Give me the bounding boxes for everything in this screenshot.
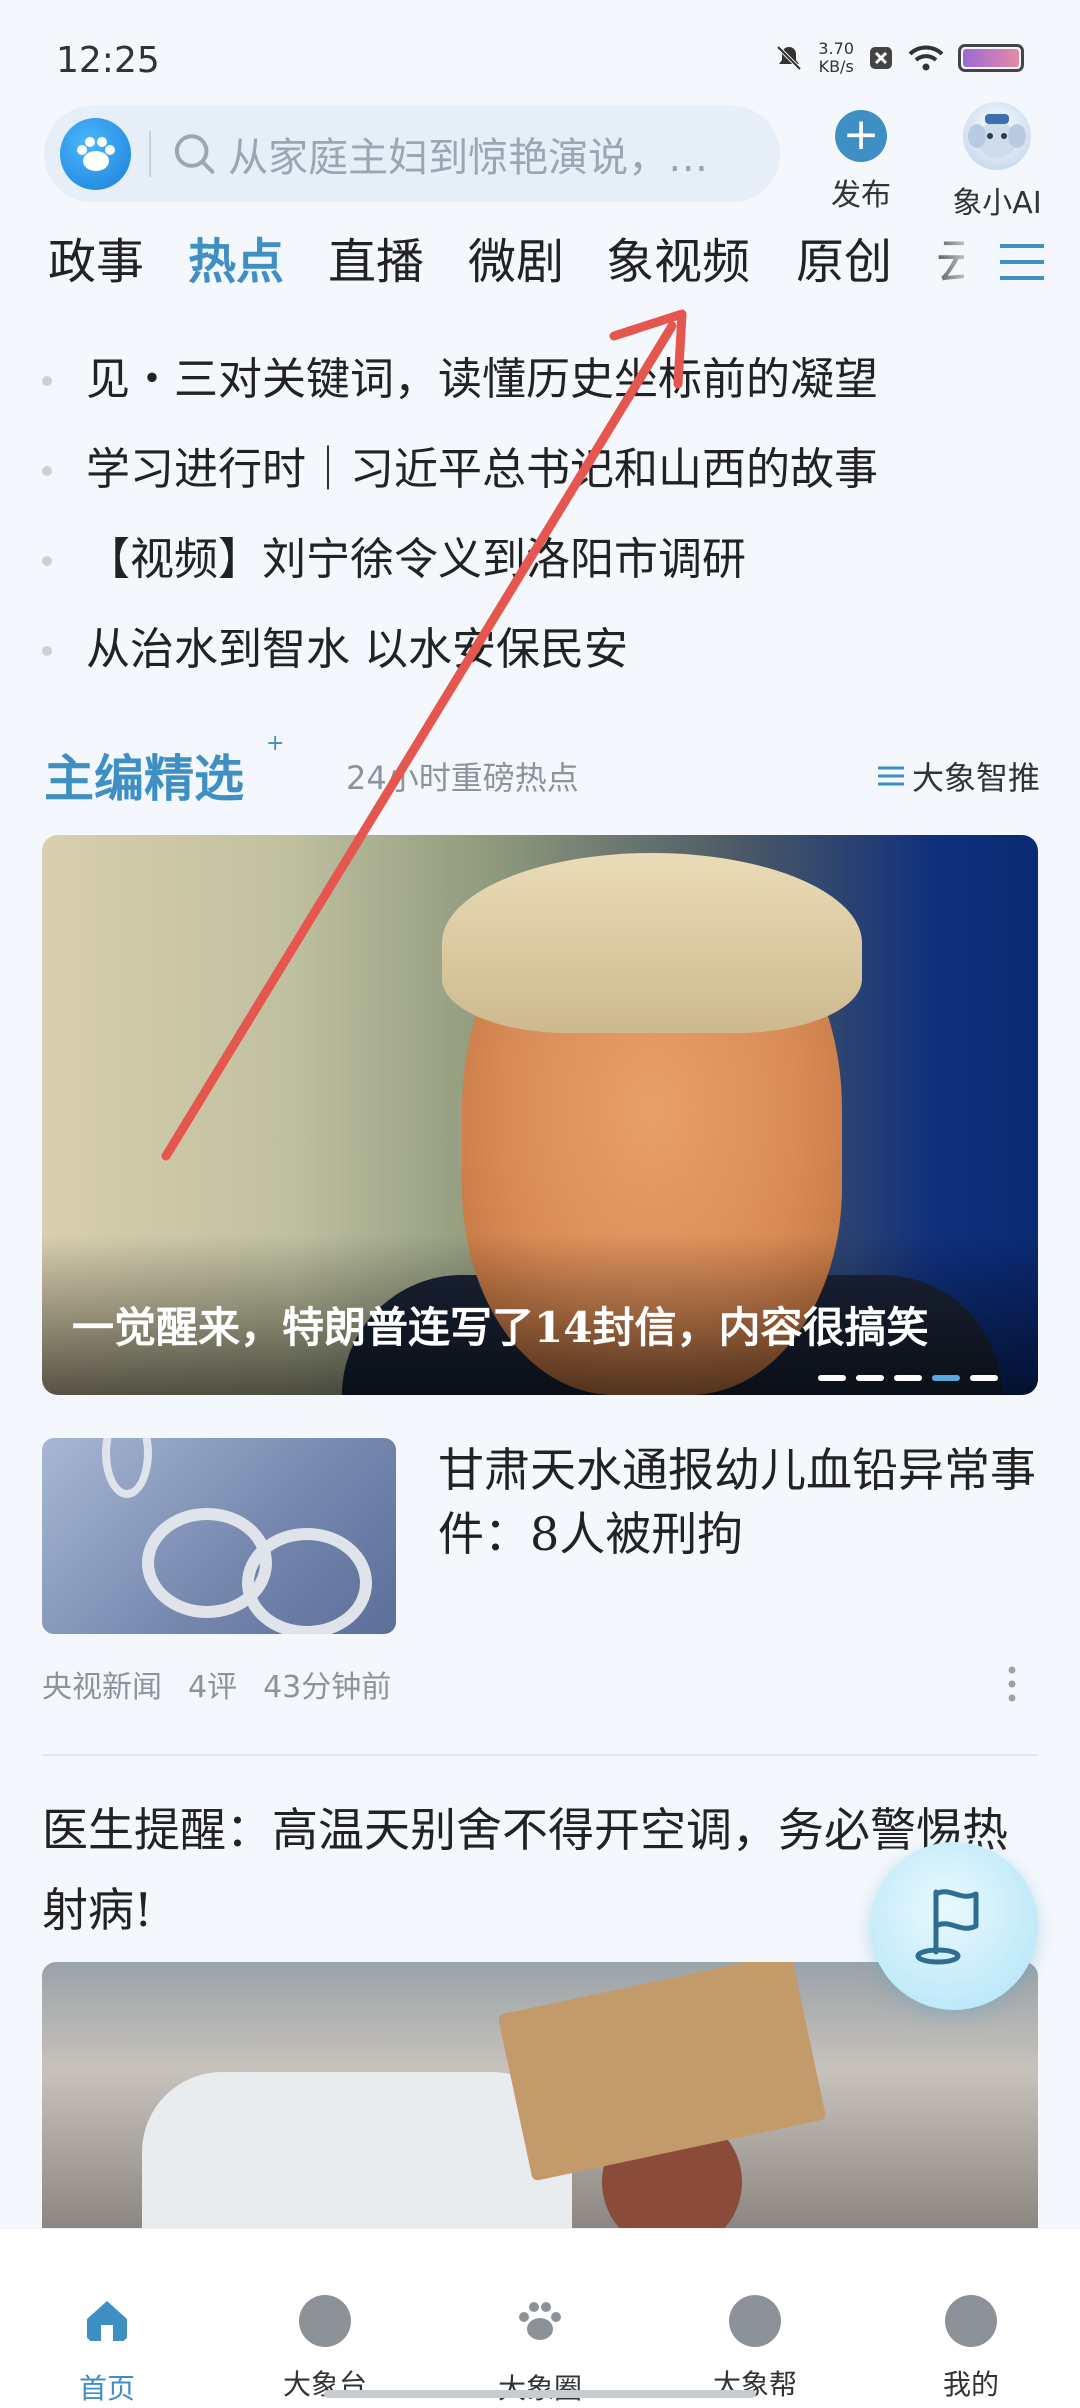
status-time: 12:25	[56, 40, 160, 81]
home-indicator[interactable]	[324, 2390, 756, 2398]
headline-text: 见・三对关键词，读懂历史坐标前的凝望	[86, 354, 878, 405]
headline-text: 学习进行时｜习近平总书记和山西的故事	[86, 444, 878, 495]
header: 从家庭主妇到惊艳演说，… + 发布 象小AI	[0, 100, 1080, 221]
bullet-dot	[42, 556, 52, 566]
article-thumbnail-handcuffs	[42, 1438, 396, 1634]
carousel-dot[interactable]	[818, 1375, 846, 1381]
profile-icon	[945, 2295, 997, 2347]
photo-car	[142, 2072, 572, 2232]
tab-redian[interactable]: 热点	[188, 222, 284, 292]
tab-weiju[interactable]: 微剧	[468, 222, 564, 292]
article-title: 甘肃天水通报幼儿血铅异常事件：8人被刑拘	[438, 1443, 1036, 1561]
paw-icon	[519, 2302, 561, 2340]
bullet-dot	[42, 646, 52, 656]
status-bar: 12:25 3.70 KB/s	[0, 0, 1080, 100]
publish-label: 发布	[831, 178, 891, 213]
channel-tabs: 政事 热点 直播 微剧 象视频 原创 云	[0, 222, 1080, 302]
article-source: 央视新闻	[42, 1670, 162, 1705]
editor-picks-header: 主编精选 + 24小时重磅热点 大象智推	[44, 731, 1040, 815]
section-title-plus: +	[266, 731, 285, 756]
nav-label: 大象圈	[497, 2372, 582, 2405]
search-divider	[148, 131, 151, 177]
hero-carousel[interactable]: 一觉醒来，特朗普连写了14封信，内容很搞笑	[42, 835, 1038, 1395]
search-input[interactable]: 从家庭主妇到惊艳演说，…	[228, 125, 780, 183]
headline-item[interactable]: 学习进行时｜习近平总书记和山西的故事	[0, 430, 1080, 520]
blocked-notification-icon	[870, 47, 892, 69]
net-speed: 3.70 KB/s	[818, 40, 854, 76]
hero-caption: 一觉醒来，特朗普连写了14封信，内容很搞笑	[72, 1303, 929, 1352]
divider	[42, 1754, 1038, 1756]
article-card[interactable]: 甘肃天水通报幼儿血铅异常事件：8人被刑拘 央视新闻 4评 43分钟前	[42, 1438, 1038, 1708]
headline-item[interactable]: 【视频】刘宁徐令义到洛阳市调研	[0, 520, 1080, 610]
smart-recommend-label: 大象智推	[911, 759, 1040, 797]
search-bar[interactable]: 从家庭主妇到惊艳演说，…	[44, 106, 780, 202]
headline-list: 见・三对关键词，读懂历史坐标前的凝望 学习进行时｜习近平总书记和山西的故事 【视…	[0, 340, 1080, 700]
nav-daxiangtai[interactable]: 大象台	[260, 2295, 390, 2403]
help-icon	[729, 2295, 781, 2347]
menu-icon[interactable]	[998, 240, 1046, 284]
publish-button[interactable]: + 发布	[806, 100, 916, 214]
headline-text: 从治水到智水 以水安保民安	[86, 624, 628, 675]
section-title: 主编精选	[44, 749, 244, 808]
tabs-fade	[920, 222, 980, 302]
tab-zhibo[interactable]: 直播	[328, 222, 424, 292]
article-meta: 央视新闻 4评 43分钟前	[42, 1662, 417, 1706]
tab-yuanchuang[interactable]: 原创	[796, 222, 892, 292]
more-options-icon[interactable]	[1008, 1666, 1016, 1702]
net-speed-unit: KB/s	[818, 57, 854, 76]
nav-daxiangbang[interactable]: 大象帮	[690, 2295, 820, 2403]
nav-home[interactable]: 首页	[42, 2295, 172, 2407]
nav-label: 首页	[78, 2372, 135, 2405]
battery-icon	[958, 44, 1024, 72]
floating-flag-button[interactable]	[870, 1842, 1038, 2010]
headline-text: 【视频】刘宁徐令义到洛阳市调研	[86, 534, 746, 585]
bottom-navigation: 首页 大象台 大象圈 大象帮 我的	[0, 2228, 1080, 2408]
broadcast-icon	[299, 2295, 351, 2347]
list-icon	[877, 766, 904, 786]
wifi-icon	[908, 45, 944, 71]
home-icon	[87, 2301, 127, 2341]
plus-icon: +	[835, 110, 887, 162]
carousel-dot[interactable]	[970, 1375, 998, 1381]
nav-label: 我的	[942, 2368, 999, 2401]
carousel-dot[interactable]	[894, 1375, 922, 1381]
photo-cardboard	[497, 1962, 827, 2182]
carousel-dot[interactable]	[932, 1375, 960, 1381]
ai-label: 象小AI	[952, 186, 1042, 221]
section-subtitle: 24小时重磅热点	[346, 759, 579, 797]
carousel-dot[interactable]	[856, 1375, 884, 1381]
bullet-dot	[42, 466, 52, 476]
status-icons: 3.70 KB/s	[774, 40, 1024, 76]
nav-profile[interactable]: 我的	[906, 2295, 1036, 2403]
hero-photo-hair	[442, 853, 862, 1033]
article-comments: 4评	[188, 1670, 238, 1705]
app-logo-paw-icon[interactable]	[60, 118, 131, 190]
net-speed-value: 3.70	[818, 39, 854, 58]
headline-item[interactable]: 见・三对关键词，读懂历史坐标前的凝望	[0, 340, 1080, 430]
flag-icon	[915, 1889, 979, 1965]
tab-xiangshipin[interactable]: 象视频	[606, 222, 750, 292]
article-photo-heat[interactable]	[42, 1962, 1038, 2232]
article-time: 43分钟前	[263, 1670, 392, 1705]
elephant-avatar-icon	[963, 102, 1031, 170]
headline-item[interactable]: 从治水到智水 以水安保民安	[0, 610, 1080, 700]
carousel-indicator	[818, 1375, 998, 1381]
smart-recommend-button[interactable]: 大象智推	[876, 753, 1040, 799]
mute-bell-icon	[776, 45, 802, 71]
ai-assistant-button[interactable]: 象小AI	[932, 100, 1062, 222]
search-icon	[174, 134, 215, 174]
tab-zhengshi[interactable]: 政事	[48, 222, 144, 292]
bullet-dot	[42, 376, 52, 386]
